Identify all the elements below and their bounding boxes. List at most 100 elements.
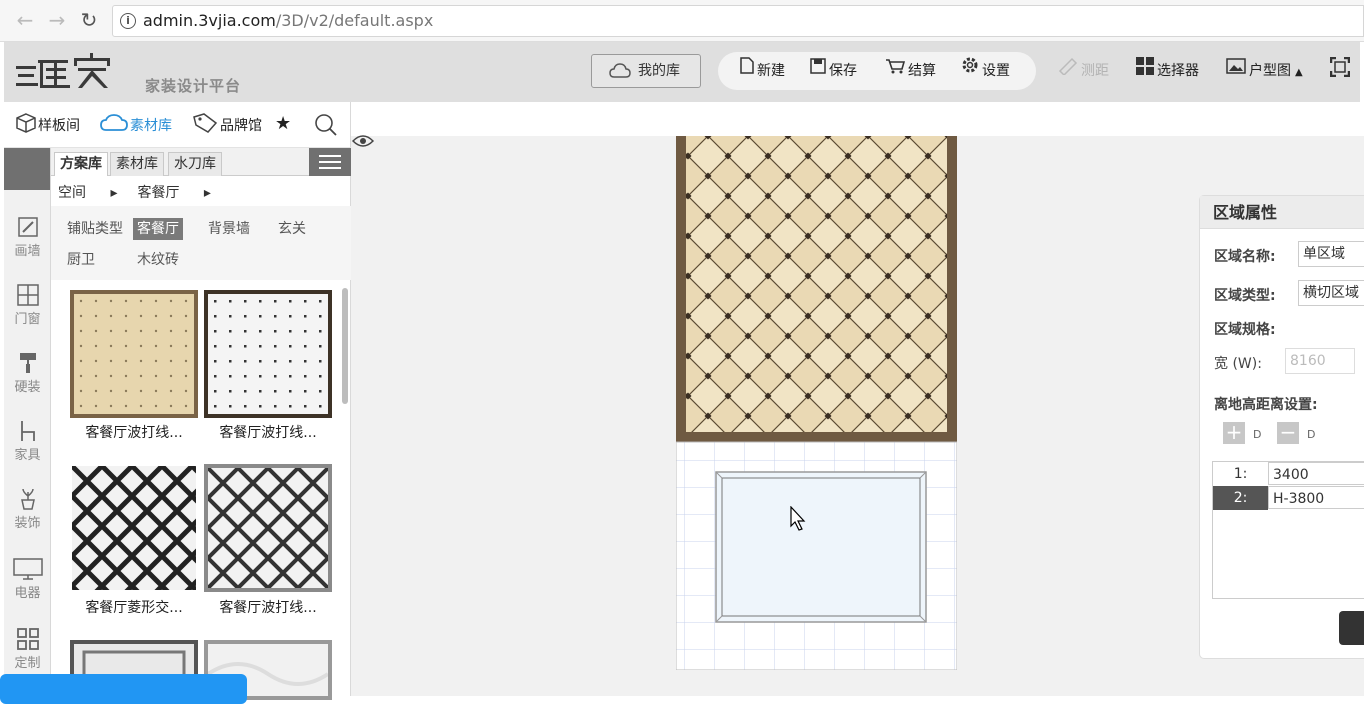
save-button[interactable]: 保存 xyxy=(810,52,857,90)
panel-title: 区域属性 xyxy=(1200,196,1364,229)
pencil-icon xyxy=(17,217,38,237)
cube-icon xyxy=(16,112,36,137)
search-icon[interactable] xyxy=(314,113,338,141)
height-row-selected[interactable]: 2: H-3800 xyxy=(1213,486,1364,510)
tab-sample-rooms[interactable]: 样板间 xyxy=(16,112,80,137)
sidebar-label: 家具 xyxy=(14,448,41,463)
row-value-field[interactable]: 3400 xyxy=(1268,462,1364,485)
address-bar[interactable]: i admin.3vjia.com/3D/v2/default.aspx xyxy=(112,5,1364,37)
new-button[interactable]: 新建 xyxy=(740,52,785,90)
measure-label: 测距 xyxy=(1081,63,1109,79)
cart-icon xyxy=(885,51,906,89)
confirm-button[interactable] xyxy=(1339,611,1364,645)
material-caption: 客餐厅菱形交... xyxy=(85,600,183,616)
measure-button[interactable]: 测距 xyxy=(1058,57,1109,82)
region-properties-panel: 区域属性 区域名称: 单区域 区域类型: 横切区域 区域规格: 宽 (W): 8… xyxy=(1199,195,1364,659)
floorplan-button[interactable]: 户型图 ▲ xyxy=(1226,58,1303,84)
tab-materials-label: 素材库 xyxy=(130,118,172,134)
sidebar-item-hard-decor[interactable]: 硬装 xyxy=(4,352,51,395)
url-host: admin.3vjia.com xyxy=(143,11,276,30)
filter-area: 铺贴类型 客餐厅 背景墙 玄关 厨卫 木纹砖 xyxy=(51,206,351,280)
file-icon xyxy=(740,51,754,89)
material-thumbnail[interactable] xyxy=(70,464,198,592)
height-row[interactable]: 1: 3400 xyxy=(1213,462,1364,486)
sidebar-label: 硬装 xyxy=(14,380,41,395)
chair-icon xyxy=(20,421,35,441)
sidebar-item-doors-windows[interactable]: 门窗 xyxy=(4,284,51,327)
monitor-icon xyxy=(12,558,43,580)
material-caption: 客餐厅波打线... xyxy=(219,600,317,616)
region-type-label: 区域类型: xyxy=(1214,288,1276,304)
selector-label: 选择器 xyxy=(1157,63,1199,79)
url-path: /3D/v2/default.aspx xyxy=(275,11,434,30)
grid-icon xyxy=(1136,57,1154,82)
filter-label: 铺贴类型 xyxy=(67,221,123,237)
tag-icon xyxy=(192,112,218,137)
filter-entrance[interactable]: 玄关 xyxy=(274,218,310,240)
sidebar-item-custom[interactable]: 定制 xyxy=(4,628,51,671)
sidebar-item-draw-wall[interactable]: 画墙 xyxy=(4,216,51,259)
tab-materials[interactable]: 素材库 xyxy=(100,113,172,136)
sidebar-item-appliances[interactable]: 电器 xyxy=(4,558,51,601)
my-library-button[interactable]: 我的库 xyxy=(591,54,701,88)
material-caption: 客餐厅波打线... xyxy=(85,425,183,441)
material-caption: 客餐厅波打线... xyxy=(219,425,317,441)
tab-waterjet[interactable]: 水刀库 xyxy=(168,152,222,176)
sub-tabs: 方案库 素材库 水刀库 xyxy=(51,148,351,176)
sidebar-item-furniture[interactable]: 家具 xyxy=(4,420,51,463)
reload-icon[interactable]: ↻ xyxy=(76,8,102,32)
filter-kitchen-bath[interactable]: 厨卫 xyxy=(63,249,99,271)
picture-icon xyxy=(1226,58,1246,81)
arrow-left-icon[interactable]: ← xyxy=(12,8,38,32)
tab-sample-rooms-label: 样板间 xyxy=(38,118,80,134)
remove-height-button[interactable]: − xyxy=(1277,422,1299,444)
category-sidebar: 画墙 门窗 硬装 家具 装饰 电器 定制 xyxy=(4,148,51,696)
tab-brands-label: 品牌馆 xyxy=(220,118,262,134)
fullscreen-button[interactable] xyxy=(1329,56,1353,84)
selector-button[interactable]: 选择器 xyxy=(1136,57,1199,82)
gear-icon xyxy=(961,51,979,89)
row-index: 2: xyxy=(1213,486,1268,510)
row-index: 1: xyxy=(1233,466,1248,482)
region-type-select[interactable]: 横切区域 xyxy=(1298,280,1364,306)
cloud-icon xyxy=(609,63,631,78)
settings-button[interactable]: 设置 xyxy=(961,52,1010,90)
tab-brands[interactable]: 品牌馆 xyxy=(192,112,262,137)
info-icon[interactable]: i xyxy=(120,13,136,29)
caret-down-icon: ▲ xyxy=(1295,67,1303,78)
paint-roller-icon xyxy=(19,353,36,373)
material-thumbnail[interactable] xyxy=(204,464,332,592)
height-setting-label: 离地高距离设置: xyxy=(1214,397,1318,413)
arrow-right-icon[interactable]: → xyxy=(44,8,70,32)
material-thumbnail[interactable] xyxy=(70,290,198,418)
material-thumbnail[interactable] xyxy=(204,290,332,418)
menu-icon[interactable] xyxy=(309,148,351,176)
star-icon[interactable]: ★ xyxy=(275,113,291,134)
breadcrumb: 空间 ▸ 客餐厅 ▸ xyxy=(58,182,231,202)
floorplan-label: 户型图 xyxy=(1249,63,1291,79)
sidebar-item-decoration[interactable]: 装饰 xyxy=(4,488,51,531)
tab-sub-materials[interactable]: 素材库 xyxy=(110,152,164,176)
filter-wood-tile[interactable]: 木纹砖 xyxy=(133,249,183,271)
filter-feature-wall[interactable]: 背景墙 xyxy=(204,218,254,240)
eye-icon[interactable] xyxy=(352,134,374,148)
sidebar-label: 定制 xyxy=(14,656,41,671)
add-height-button[interactable]: + xyxy=(1223,422,1245,444)
fullscreen-icon xyxy=(1329,56,1351,84)
panel-scrollbar[interactable] xyxy=(342,288,348,404)
sidebar-label: 电器 xyxy=(14,586,41,601)
save-label: 保存 xyxy=(829,63,857,79)
grid-icon xyxy=(16,628,39,650)
row-value-field[interactable]: H-3800 xyxy=(1268,486,1364,509)
tab-schemes[interactable]: 方案库 xyxy=(54,152,108,176)
width-field[interactable]: 8160 xyxy=(1285,348,1355,374)
checkout-button[interactable]: 结算 xyxy=(885,52,936,90)
breadcrumb-item[interactable]: 客餐厅 ▸ xyxy=(137,185,210,201)
region-name-field[interactable]: 单区域 xyxy=(1298,241,1364,267)
floor-plan-area[interactable] xyxy=(676,136,957,670)
filter-living-dining[interactable]: 客餐厅 xyxy=(133,218,183,240)
overlay-button[interactable] xyxy=(0,674,247,704)
platform-subtitle: 家装设计平台 xyxy=(145,77,242,95)
breadcrumb-item[interactable]: 空间 ▸ xyxy=(58,185,117,201)
plant-icon xyxy=(20,488,35,510)
